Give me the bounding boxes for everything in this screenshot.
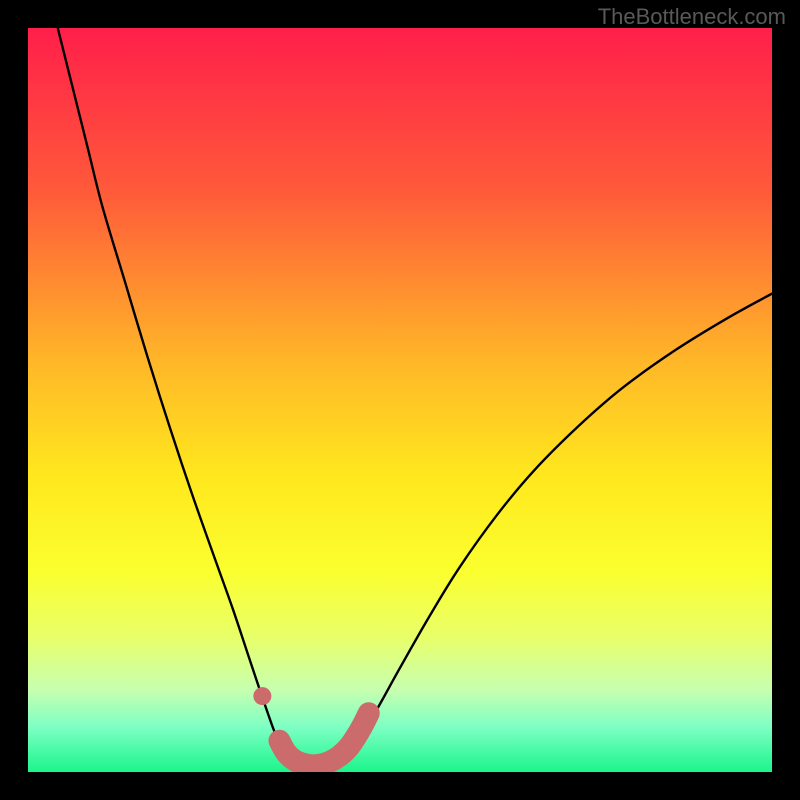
chart-svg [28, 28, 772, 772]
watermark-text: TheBottleneck.com [598, 4, 786, 30]
plot-area [28, 28, 772, 772]
dot-highlight-left-dot [253, 687, 271, 705]
chart-frame: TheBottleneck.com [0, 0, 800, 800]
gradient-background [28, 28, 772, 772]
